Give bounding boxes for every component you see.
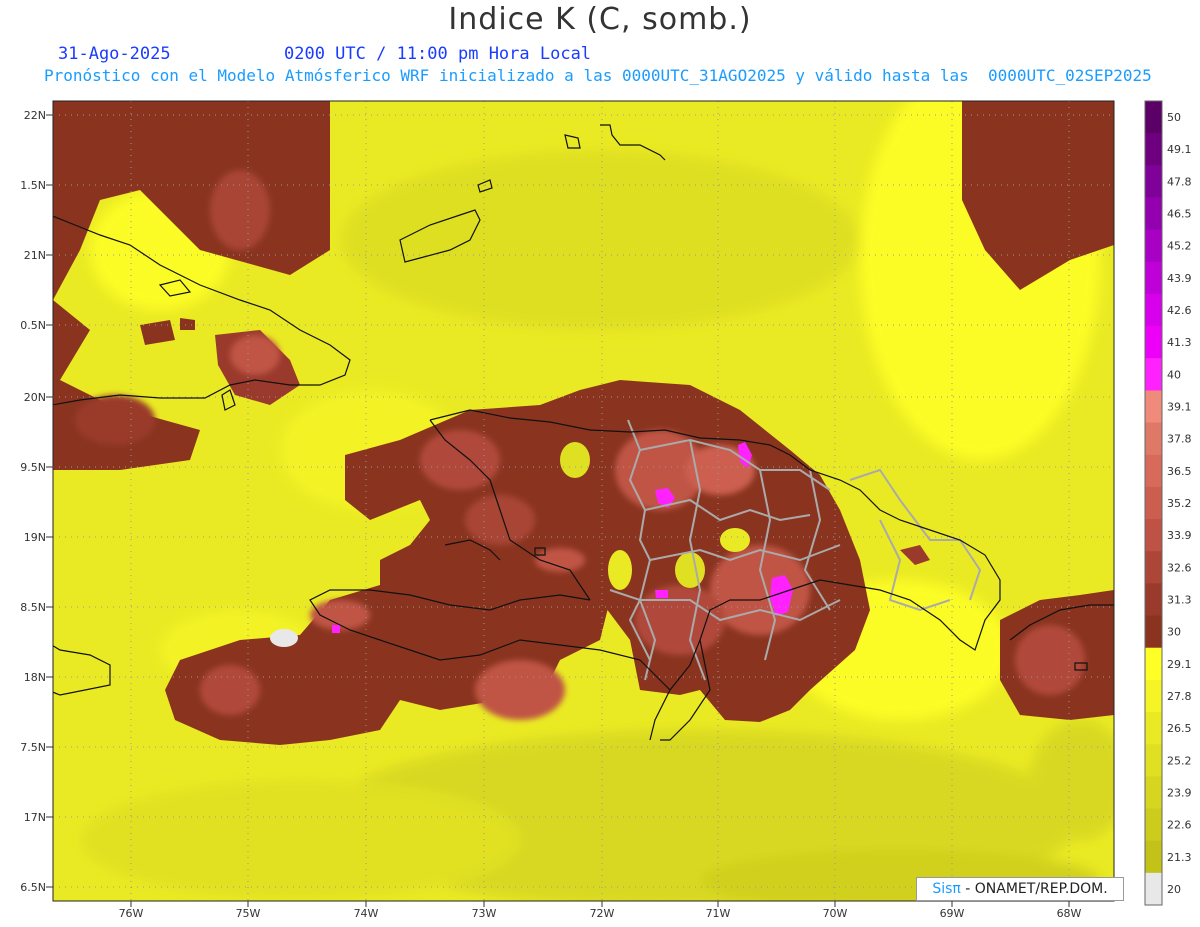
colorbar-label: 45.2 bbox=[1167, 240, 1192, 253]
colorbar-swatch bbox=[1145, 358, 1162, 391]
colorbar-swatch bbox=[1145, 840, 1162, 874]
colorbar-swatch bbox=[1145, 519, 1162, 552]
map-field bbox=[53, 101, 1114, 901]
colorbar-label: 22.6 bbox=[1167, 819, 1192, 832]
colorbar-label: 23.9 bbox=[1167, 786, 1192, 799]
lat-label: 8.5N bbox=[20, 601, 46, 614]
colorbar-label: 37.8 bbox=[1167, 433, 1192, 446]
lon-label: 76W bbox=[119, 907, 144, 920]
colorbar-swatch bbox=[1145, 615, 1162, 649]
colorbar-swatch bbox=[1145, 293, 1162, 327]
lat-label: 9.5N bbox=[20, 461, 46, 474]
colorbar-label: 33.9 bbox=[1167, 529, 1192, 542]
colorbar-swatch bbox=[1145, 133, 1162, 166]
colorbar-label: 40 bbox=[1167, 368, 1181, 381]
colorbar-swatch bbox=[1145, 197, 1162, 231]
colorbar-swatch bbox=[1145, 390, 1162, 424]
lat-label: 22N bbox=[24, 109, 46, 122]
colorbar-swatch bbox=[1145, 454, 1162, 488]
sispi-logo: Sisπ bbox=[932, 881, 961, 897]
lat-label: 17N bbox=[24, 811, 46, 824]
lon-label: 73W bbox=[472, 907, 497, 920]
lat-label: 18N bbox=[24, 671, 46, 684]
lat-label: 0.5N bbox=[20, 319, 46, 332]
colorbar-swatch bbox=[1145, 422, 1162, 456]
lat-label: 21N bbox=[24, 249, 46, 262]
colorbar-swatch bbox=[1145, 808, 1162, 842]
colorbar-swatch bbox=[1145, 583, 1162, 617]
colorbar-swatch bbox=[1145, 776, 1162, 810]
credit-text: - ONAMET/REP.DOM. bbox=[965, 881, 1108, 897]
colorbar-swatch bbox=[1145, 679, 1162, 713]
colorbar-swatch bbox=[1145, 712, 1162, 745]
lon-label: 71W bbox=[706, 907, 731, 920]
lon-label: 68W bbox=[1057, 907, 1082, 920]
colorbar-label: 43.9 bbox=[1167, 272, 1192, 285]
lat-label: 6.5N bbox=[20, 881, 46, 894]
colorbar-label: 50 bbox=[1167, 111, 1181, 124]
colorbar-label: 30 bbox=[1167, 626, 1181, 639]
longitude-labels: 76W 75W 74W 73W 72W 71W 70W 69W 68W bbox=[119, 901, 1082, 920]
colorbar-label: 21.3 bbox=[1167, 851, 1192, 864]
colorbar-swatch bbox=[1145, 261, 1162, 295]
colorbar-label: 36.5 bbox=[1167, 465, 1192, 478]
colorbar-swatch bbox=[1145, 872, 1162, 906]
lat-label: 7.5N bbox=[20, 741, 46, 754]
colorbar-label: 41.3 bbox=[1167, 336, 1192, 349]
colorbar-label: 39.1 bbox=[1167, 401, 1192, 414]
colorbar-label: 35.2 bbox=[1167, 497, 1192, 510]
credit-box: Sisπ - ONAMET/REP.DOM. bbox=[916, 877, 1124, 901]
colorbar-label: 25.2 bbox=[1167, 754, 1192, 767]
low-k-patch bbox=[270, 629, 298, 647]
colorbar-swatch bbox=[1145, 101, 1162, 134]
colorbar-label: 29.1 bbox=[1167, 658, 1192, 671]
colorbar-swatch bbox=[1145, 744, 1162, 777]
latitude-labels: 22N 1.5N 21N 0.5N 20N 9.5N 19N 8.5N 18N 7.5N 17N 6.… bbox=[20, 109, 53, 894]
colorbar: 50 49.1 47.8 46.5 45.2 43.9 42.6 41.3 40 39.1 37.8… bbox=[1144, 100, 1192, 906]
lat-label: 19N bbox=[24, 531, 46, 544]
lon-label: 75W bbox=[236, 907, 261, 920]
k-index-map: 22N 1.5N 21N 0.5N 20N 9.5N 19N 8.5N 18N 7.5N 17N 6.… bbox=[20, 100, 1192, 920]
colorbar-label: 26.5 bbox=[1167, 722, 1192, 735]
lat-label: 20N bbox=[24, 391, 46, 404]
colorbar-label: 49.1 bbox=[1167, 143, 1192, 156]
colorbar-label: 31.3 bbox=[1167, 593, 1192, 606]
colorbar-label: 32.6 bbox=[1167, 561, 1192, 574]
colorbar-swatch bbox=[1145, 229, 1162, 263]
colorbar-swatch bbox=[1145, 165, 1162, 198]
lat-label: 1.5N bbox=[20, 179, 46, 192]
colorbar-swatch bbox=[1145, 326, 1162, 359]
colorbar-label: 42.6 bbox=[1167, 304, 1192, 317]
colorbar-label: 27.8 bbox=[1167, 690, 1192, 703]
colorbar-swatch bbox=[1145, 486, 1162, 520]
colorbar-label: 46.5 bbox=[1167, 208, 1192, 221]
colorbar-label: 47.8 bbox=[1167, 175, 1192, 188]
colorbar-swatch bbox=[1145, 551, 1162, 584]
lon-label: 69W bbox=[940, 907, 965, 920]
colorbar-label: 20 bbox=[1167, 883, 1181, 896]
lon-label: 70W bbox=[823, 907, 848, 920]
colorbar-swatch bbox=[1145, 647, 1162, 681]
lon-label: 72W bbox=[590, 907, 615, 920]
lon-label: 74W bbox=[354, 907, 379, 920]
